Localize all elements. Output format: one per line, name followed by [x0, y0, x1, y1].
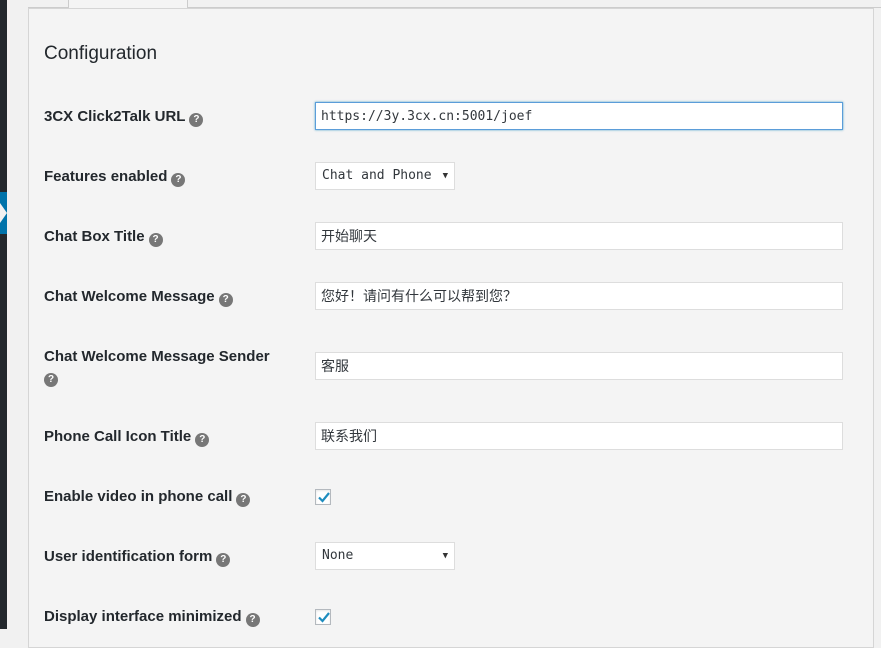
features-select[interactable]: Chat and Phone ▼ — [315, 162, 455, 190]
features-label: Features enabled? — [44, 167, 186, 187]
welcome-sender-input[interactable] — [315, 352, 843, 380]
features-select-value: Chat and Phone — [322, 168, 432, 183]
user-form-label: User identification form? — [44, 547, 231, 567]
help-icon[interactable]: ? — [236, 493, 251, 507]
welcome-message-input[interactable] — [315, 282, 843, 310]
help-icon[interactable]: ? — [218, 293, 233, 307]
user-form-select-value: None — [322, 548, 354, 563]
user-form-select[interactable]: None ▼ — [315, 542, 455, 570]
chevron-down-icon: ▼ — [442, 171, 448, 181]
url-label: 3CX Click2Talk URL? — [44, 107, 204, 127]
checkmark-icon — [318, 492, 330, 503]
help-icon[interactable]: ? — [44, 373, 58, 387]
chat-title-label: Chat Box Title? — [44, 227, 163, 247]
enable-video-label: Enable video in phone call? — [44, 487, 251, 507]
help-icon[interactable]: ? — [195, 433, 210, 447]
checkmark-icon — [318, 612, 330, 623]
phone-icon-title-label: Phone Call Icon Title? — [44, 427, 210, 447]
admin-menu-strip — [0, 0, 7, 629]
phone-icon-title-input[interactable] — [315, 422, 843, 450]
tab-active[interactable] — [68, 0, 188, 8]
minimized-label: Display interface minimized? — [44, 607, 260, 627]
help-icon[interactable]: ? — [171, 173, 186, 187]
help-icon[interactable]: ? — [245, 613, 260, 627]
chat-title-input[interactable] — [315, 222, 843, 250]
welcome-message-label: Chat Welcome Message? — [44, 287, 233, 307]
help-icon[interactable]: ? — [189, 113, 204, 127]
chevron-down-icon: ▼ — [442, 551, 448, 561]
help-icon[interactable]: ? — [148, 233, 163, 247]
minimized-checkbox[interactable] — [315, 609, 331, 625]
section-title: Configuration — [44, 43, 158, 64]
welcome-sender-label: Chat Welcome Message Sender? — [44, 348, 270, 387]
url-input[interactable] — [315, 102, 843, 130]
tab-bar — [28, 0, 881, 8]
help-icon[interactable]: ? — [216, 553, 231, 567]
admin-menu-active-arrow-icon — [0, 203, 7, 223]
enable-video-checkbox[interactable] — [315, 489, 331, 505]
